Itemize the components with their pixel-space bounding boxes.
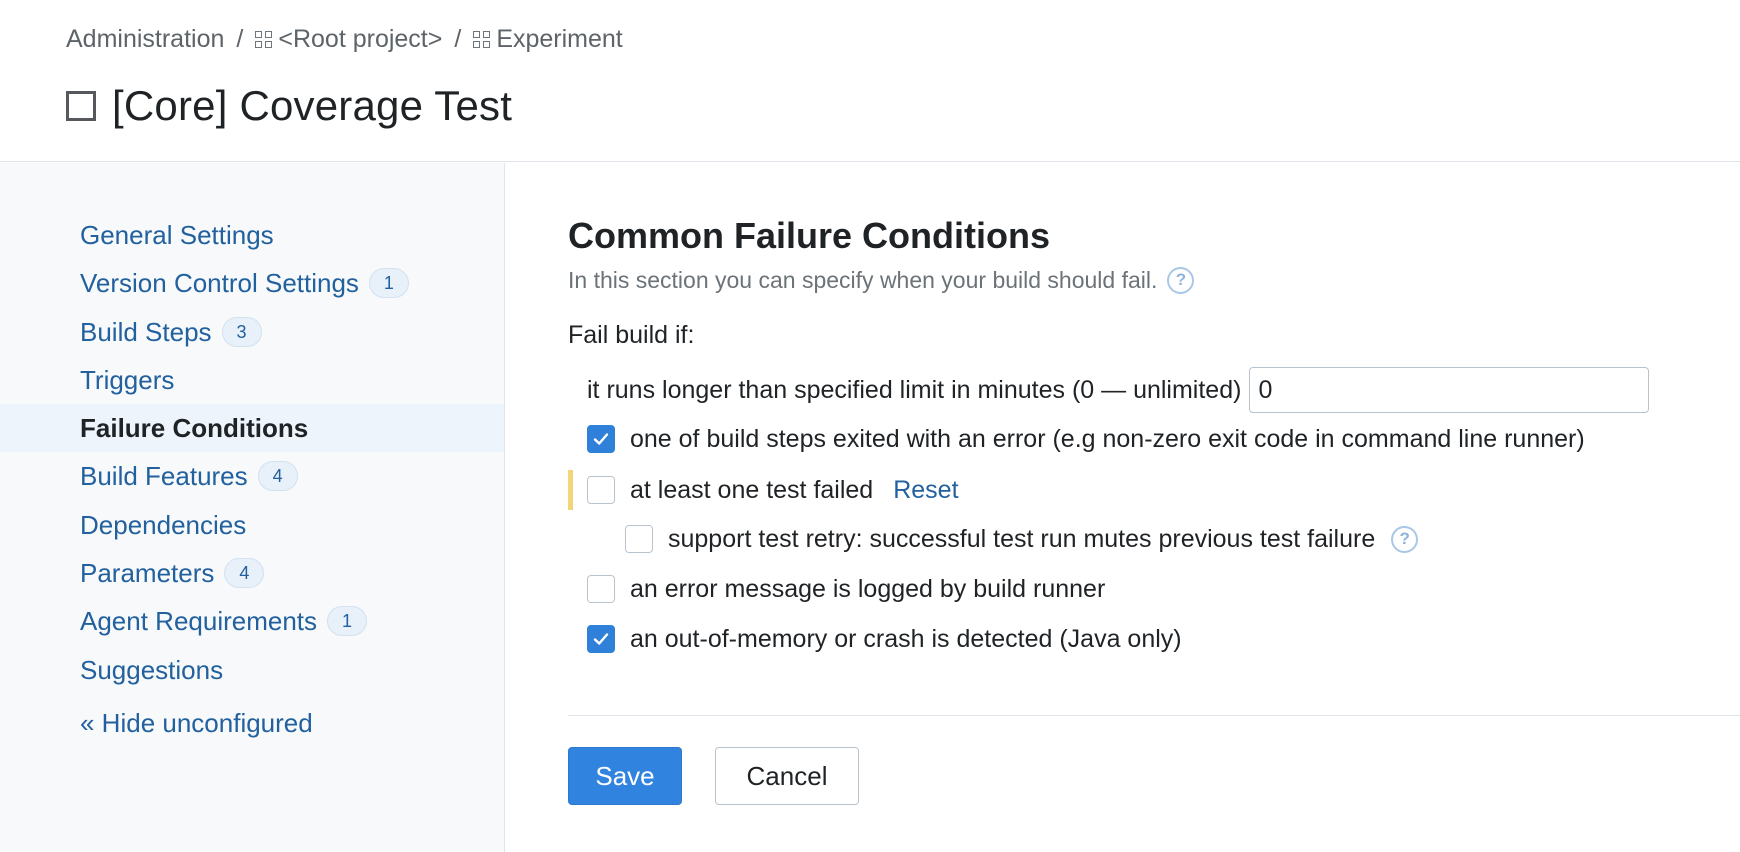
condition-row: an error message is logged by build runn… — [587, 569, 1105, 609]
breadcrumb-root-project-label: <Root project> — [278, 24, 443, 53]
project-icon — [473, 30, 491, 48]
sidebar-item-triggers[interactable]: Triggers — [0, 356, 504, 404]
breadcrumb-experiment-label: Experiment — [496, 24, 623, 53]
count-badge: 4 — [257, 461, 298, 491]
condition-label: one of build steps exited with an error … — [630, 424, 1585, 453]
breadcrumb-experiment[interactable]: Experiment — [473, 24, 623, 54]
main-content: Common Failure Conditions In this sectio… — [568, 163, 1740, 852]
checkmark-icon — [593, 433, 609, 445]
sidebar-item-agent-requirements[interactable]: Agent Requirements 1 — [0, 597, 504, 645]
build-config-icon — [66, 91, 96, 121]
count-badge: 3 — [221, 317, 262, 347]
sidebar-item-label: Version Control Settings — [80, 267, 359, 298]
help-icon[interactable]: ? — [1167, 266, 1195, 294]
sidebar-item-label: Build Features — [80, 460, 248, 491]
checkbox-build-step-error[interactable] — [587, 425, 615, 453]
sidebar-item-label: Build Steps — [80, 316, 212, 347]
sidebar-item-parameters[interactable]: Parameters 4 — [0, 549, 504, 597]
condition-label: an error message is logged by build runn… — [630, 574, 1106, 603]
sidebar-item-failure-conditions[interactable]: Failure Conditions — [0, 404, 504, 452]
timeout-minutes-input[interactable] — [1249, 367, 1650, 413]
condition-row: support test retry: successful test run … — [625, 519, 1419, 559]
reset-link[interactable]: Reset — [893, 476, 958, 505]
breadcrumb-separator: / — [236, 24, 244, 53]
title-row: [Core] Coverage Test — [66, 80, 512, 132]
timeout-row: it runs longer than specified limit in m… — [587, 366, 1650, 414]
checkmark-icon — [593, 633, 609, 645]
help-icon[interactable]: ? — [1391, 525, 1419, 553]
cancel-button[interactable]: Cancel — [715, 747, 859, 805]
sidebar-item-dependencies[interactable]: Dependencies — [0, 501, 504, 549]
sidebar-item-suggestions[interactable]: Suggestions — [0, 646, 504, 694]
count-badge: 1 — [327, 606, 368, 636]
sidebar-item-label: Failure Conditions — [80, 412, 309, 443]
section-description-text: In this section you can specify when you… — [568, 266, 1158, 293]
changed-marker — [568, 470, 573, 510]
sidebar-item-label: Dependencies — [80, 509, 247, 540]
breadcrumb-root-project[interactable]: <Root project> — [255, 25, 442, 54]
condition-label: an out-of-memory or crash is detected (J… — [630, 624, 1182, 653]
sidebar-item-version-control-settings[interactable]: Version Control Settings 1 — [0, 259, 504, 307]
sidebar-item-label: General Settings — [80, 219, 274, 250]
breadcrumb-separator: / — [454, 24, 462, 53]
sidebar-item-general-settings[interactable]: General Settings — [0, 211, 504, 259]
project-icon — [255, 30, 273, 48]
sidebar-item-build-steps[interactable]: Build Steps 3 — [0, 308, 504, 356]
timeout-label: it runs longer than specified limit in m… — [587, 375, 1242, 404]
breadcrumb-administration[interactable]: Administration — [66, 25, 224, 54]
count-badge: 4 — [224, 558, 265, 588]
section-title: Common Failure Conditions — [568, 215, 1050, 256]
sidebar-item-label: Parameters — [80, 557, 215, 588]
divider — [568, 715, 1740, 716]
breadcrumb: Administration / <Root project> / Experi… — [66, 22, 623, 56]
fail-build-if-label: Fail build if: — [568, 321, 695, 349]
page-header: Administration / <Root project> / Experi… — [0, 0, 1740, 162]
save-button[interactable]: Save — [568, 747, 682, 805]
sidebar-item-build-features[interactable]: Build Features 4 — [0, 452, 504, 500]
sidebar-item-label: Suggestions — [80, 654, 224, 685]
condition-label: at least one test failed — [630, 475, 874, 504]
checkbox-test-failed[interactable] — [587, 476, 615, 504]
condition-label: support test retry: successful test run … — [668, 524, 1376, 553]
count-badge: 1 — [368, 268, 409, 298]
condition-row: an out-of-memory or crash is detected (J… — [587, 619, 1182, 659]
settings-sidebar: General Settings Version Control Setting… — [0, 163, 505, 852]
checkbox-error-message-logged[interactable] — [587, 575, 615, 603]
checkbox-support-test-retry[interactable] — [625, 525, 653, 553]
condition-row: one of build steps exited with an error … — [587, 419, 1585, 459]
checkbox-out-of-memory[interactable] — [587, 625, 615, 653]
section-description: In this section you can specify when you… — [568, 263, 1195, 297]
page-title: [Core] Coverage Test — [112, 82, 513, 129]
sidebar-item-label: Agent Requirements — [80, 605, 318, 636]
hide-unconfigured-link[interactable]: « Hide unconfigured — [80, 708, 313, 739]
condition-row: at least one test failed Reset — [587, 470, 959, 510]
sidebar-item-label: Triggers — [80, 364, 175, 395]
